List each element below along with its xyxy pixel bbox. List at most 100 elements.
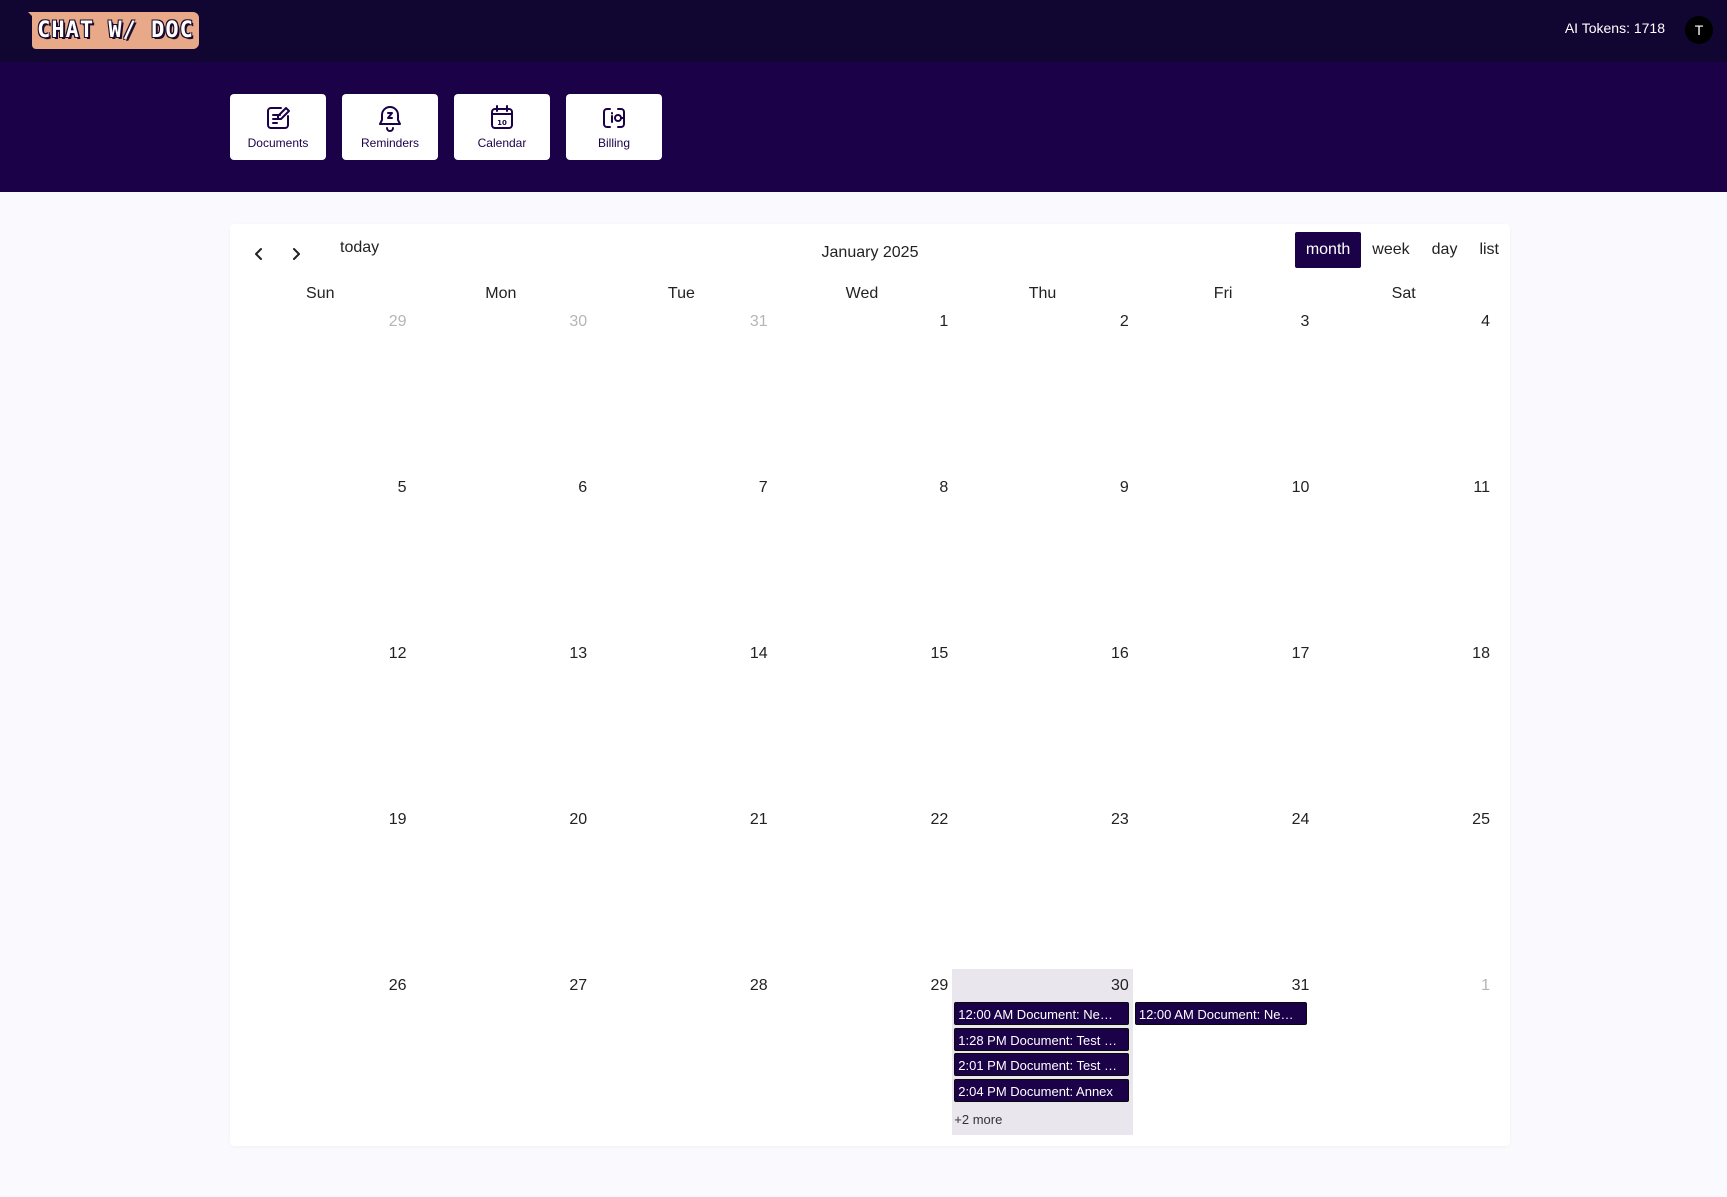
day-number[interactable]: 20: [569, 811, 587, 829]
day-cell[interactable]: 12: [230, 637, 411, 803]
day-number[interactable]: 6: [578, 479, 587, 497]
day-number[interactable]: 31: [1292, 977, 1310, 995]
day-number[interactable]: 1: [939, 313, 948, 331]
day-cell[interactable]: 11: [1313, 471, 1494, 637]
day-cell[interactable]: 28: [591, 969, 772, 1135]
nav-reminders-button[interactable]: Reminders: [342, 94, 438, 160]
day-number[interactable]: 17: [1292, 645, 1310, 663]
day-number[interactable]: 27: [569, 977, 587, 995]
bell-snooze-icon: [379, 106, 401, 132]
day-number[interactable]: 8: [939, 479, 948, 497]
day-cell[interactable]: 6: [411, 471, 592, 637]
weekday-header: Thu: [1028, 285, 1057, 302]
day-cell[interactable]: 25: [1313, 803, 1494, 969]
day-number[interactable]: 29: [930, 977, 948, 995]
day-cell[interactable]: 3: [1133, 305, 1314, 471]
day-cell[interactable]: 1: [772, 305, 953, 471]
day-cell[interactable]: 31 12:00 AM Document: Ne…: [1133, 969, 1314, 1135]
day-number[interactable]: 18: [1472, 645, 1490, 663]
day-number[interactable]: 10: [1292, 479, 1310, 497]
day-number[interactable]: 2: [1120, 313, 1129, 331]
day-cell[interactable]: 9: [952, 471, 1133, 637]
day-cell[interactable]: 30: [411, 305, 592, 471]
day-cell[interactable]: 7: [591, 471, 772, 637]
day-cell[interactable]: 18: [1313, 637, 1494, 803]
day-cell[interactable]: 29: [230, 305, 411, 471]
view-switcher: month week day list: [1294, 232, 1510, 268]
nav-label-billing: Billing: [597, 136, 630, 150]
day-number[interactable]: 13: [569, 645, 587, 663]
day-number[interactable]: 21: [750, 811, 768, 829]
wallet-icon: [603, 108, 625, 128]
day-number[interactable]: 24: [1292, 811, 1310, 829]
day-number[interactable]: 15: [930, 645, 948, 663]
user-avatar[interactable]: T: [1685, 16, 1713, 44]
day-cell[interactable]: 30 12:00 AM Document: Ne… 1:28 PM Document…: [952, 969, 1133, 1135]
day-cell[interactable]: 26: [230, 969, 411, 1135]
svg-text:10: 10: [497, 119, 507, 127]
day-number[interactable]: 23: [1111, 811, 1129, 829]
day-number[interactable]: 31: [750, 313, 768, 331]
day-number[interactable]: 30: [569, 313, 587, 331]
view-month-button[interactable]: month: [1294, 232, 1362, 268]
logo-text: CHAT W/ DOC: [37, 18, 194, 43]
day-cell[interactable]: 2: [952, 305, 1133, 471]
weekday-header: Mon: [485, 285, 517, 302]
view-week-button[interactable]: week: [1361, 232, 1420, 268]
day-cell[interactable]: 24: [1133, 803, 1314, 969]
day-cell[interactable]: 4: [1313, 305, 1494, 471]
day-number[interactable]: 11: [1473, 479, 1490, 497]
day-number[interactable]: 9: [1120, 479, 1129, 497]
day-cell[interactable]: 16: [952, 637, 1133, 803]
calendar-event[interactable]: 12:00 AM Document: Ne…: [954, 1002, 1129, 1025]
day-cell[interactable]: 31: [591, 305, 772, 471]
calendar-event[interactable]: 2:01 PM Document: Test …: [954, 1053, 1129, 1076]
weekday-header: Sun: [306, 285, 335, 302]
day-cell[interactable]: 19: [230, 803, 411, 969]
nav-label-reminders: Reminders: [360, 136, 420, 150]
nav-label-documents: Documents: [247, 136, 309, 150]
day-cell[interactable]: 23: [952, 803, 1133, 969]
view-day-button[interactable]: day: [1421, 232, 1469, 268]
day-cell[interactable]: 1: [1313, 969, 1494, 1135]
day-number[interactable]: 12: [389, 645, 407, 663]
weekday-header: Fri: [1213, 285, 1233, 302]
day-cell[interactable]: 13: [411, 637, 592, 803]
day-number[interactable]: 5: [398, 479, 407, 497]
day-cell[interactable]: 10: [1133, 471, 1314, 637]
more-events-link[interactable]: +2 more: [954, 1112, 1002, 1127]
day-number[interactable]: 4: [1481, 313, 1490, 331]
day-cell[interactable]: 8: [772, 471, 953, 637]
day-cell[interactable]: 22: [772, 803, 953, 969]
day-cell[interactable]: 20: [411, 803, 592, 969]
day-number[interactable]: 26: [389, 977, 407, 995]
day-number[interactable]: 25: [1472, 811, 1490, 829]
calendar-event[interactable]: 12:00 AM Document: Ne…: [1134, 1002, 1308, 1025]
calendar-event[interactable]: 1:28 PM Document: Test …: [954, 1027, 1129, 1051]
day-cell[interactable]: 21: [591, 803, 772, 969]
day-cell[interactable]: 29: [772, 969, 953, 1135]
nav-documents-button[interactable]: Documents: [230, 94, 326, 160]
day-number[interactable]: 28: [750, 977, 768, 995]
day-number[interactable]: 22: [930, 811, 948, 829]
day-number[interactable]: 29: [389, 313, 407, 331]
nav-calendar-button[interactable]: 10 Calendar: [454, 94, 550, 160]
day-number[interactable]: 19: [389, 811, 407, 829]
day-number[interactable]: 3: [1301, 313, 1310, 331]
nav-billing-button[interactable]: Billing: [566, 94, 662, 160]
day-number[interactable]: 7: [759, 479, 768, 497]
day-cell[interactable]: 15: [772, 637, 953, 803]
day-cell[interactable]: 5: [230, 471, 411, 637]
calendar-event[interactable]: 2:04 PM Document: Annex: [954, 1078, 1129, 1102]
day-number[interactable]: 14: [750, 645, 768, 663]
day-cell[interactable]: 17: [1133, 637, 1314, 803]
day-number[interactable]: 16: [1111, 645, 1129, 663]
day-number[interactable]: 1: [1481, 977, 1490, 995]
day-number[interactable]: 30: [1111, 977, 1129, 995]
app-logo[interactable]: CHAT W/ DOC: [28, 12, 199, 49]
day-cell[interactable]: 14: [591, 637, 772, 803]
view-list-button[interactable]: list: [1468, 232, 1510, 268]
day-cell[interactable]: 27: [411, 969, 592, 1135]
weekday-header: Tue: [667, 285, 695, 302]
avatar-initial: T: [1694, 22, 1704, 38]
